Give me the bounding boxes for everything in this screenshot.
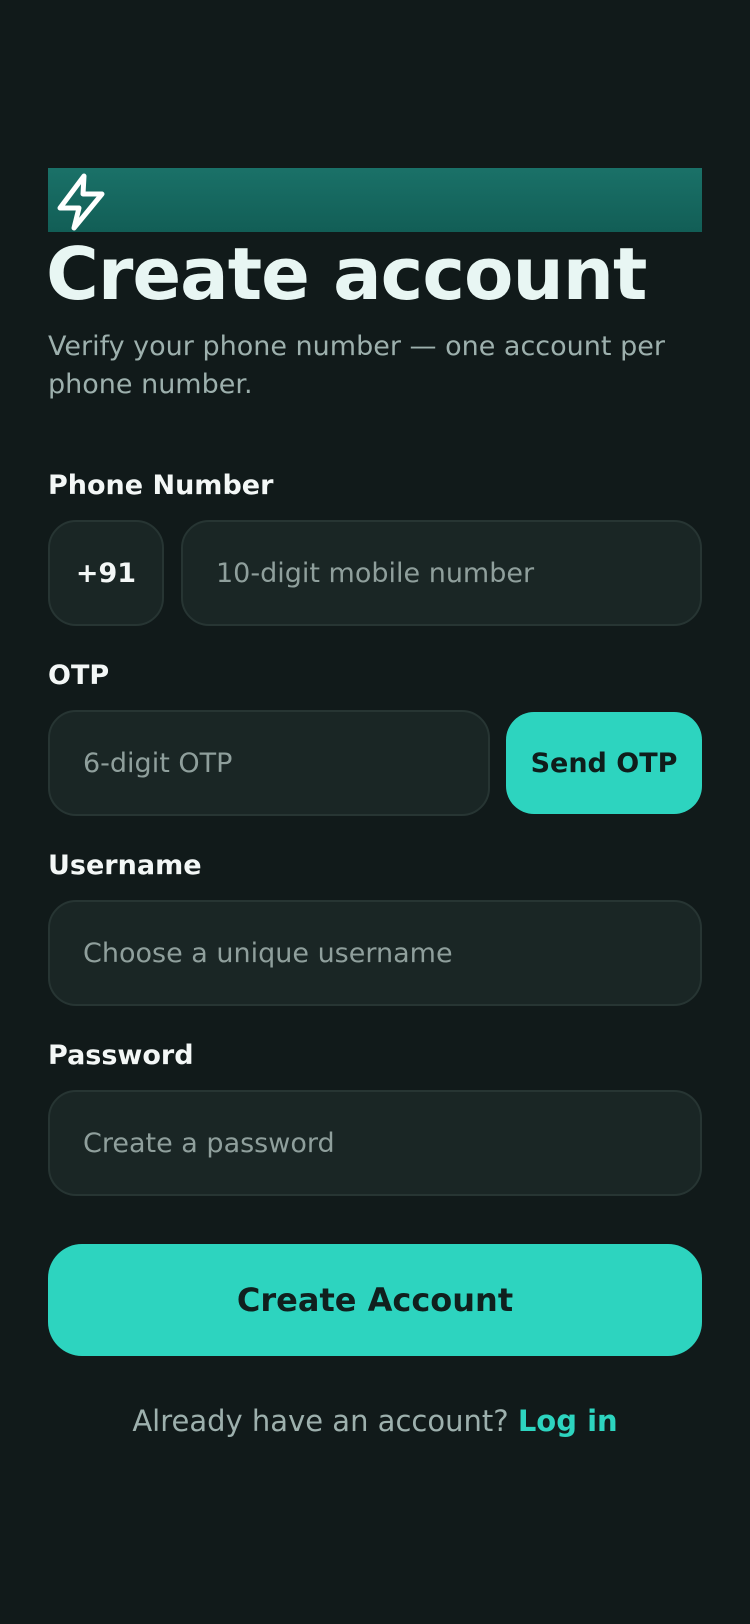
username-input[interactable] [83, 902, 700, 1004]
username-label: Username [48, 850, 202, 881]
password-input[interactable] [83, 1092, 700, 1194]
otp-label: OTP [48, 660, 110, 691]
page-title: Create account [46, 232, 647, 316]
page-subtitle: Verify your phone number — one account p… [48, 331, 665, 400]
login-prompt: Already have an account? Log in [0, 1404, 750, 1438]
phone-field[interactable] [181, 520, 702, 626]
login-link[interactable]: Log in [518, 1404, 618, 1438]
brand-banner [48, 168, 702, 232]
phone-label: Phone Number [48, 470, 274, 501]
country-code-value: +91 [75, 557, 137, 589]
country-code-selector[interactable]: +91 [48, 520, 164, 626]
otp-input[interactable] [83, 712, 488, 814]
phone-input[interactable] [216, 522, 700, 624]
login-prompt-text: Already have an account? [132, 1404, 509, 1438]
send-otp-button[interactable]: Send OTP [506, 712, 702, 814]
password-field[interactable] [48, 1090, 702, 1196]
password-label: Password [48, 1040, 194, 1071]
create-account-button[interactable]: Create Account [48, 1244, 702, 1356]
signup-screen: Create account Verify your phone number … [0, 0, 750, 1624]
otp-field[interactable] [48, 710, 490, 816]
username-field[interactable] [48, 900, 702, 1006]
bolt-icon [57, 173, 105, 231]
